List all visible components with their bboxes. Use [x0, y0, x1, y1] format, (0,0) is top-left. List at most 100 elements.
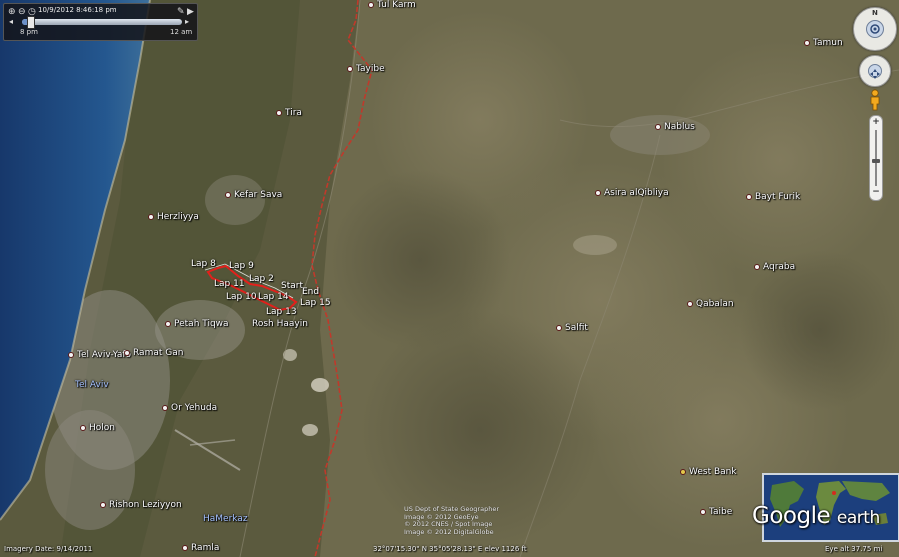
- place-marker-icon: [754, 263, 760, 270]
- imagery-date: Imagery Date: 9/14/2011: [4, 545, 93, 553]
- place-rosh-haayin[interactable]: Rosh Haayin: [252, 319, 308, 329]
- credit-line: Image © 2012 DigitalGlobe: [404, 527, 494, 536]
- place-label: Tamun: [813, 38, 843, 48]
- place-asira-alqibliya[interactable]: Asira alQibliya: [595, 188, 669, 198]
- place-marker-icon: [556, 324, 562, 331]
- place-marker-icon: [162, 404, 168, 411]
- place-taibe[interactable]: Taibe: [700, 507, 732, 517]
- place-label: Rishon Leziyyon: [109, 500, 182, 510]
- place-label: Holon: [89, 423, 115, 433]
- place-nablus[interactable]: Nablus: [655, 122, 695, 132]
- move-joystick[interactable]: [859, 55, 891, 87]
- place-label: Aqraba: [763, 262, 796, 272]
- lap-marker-2[interactable]: Lap 2: [249, 274, 274, 284]
- time-slider[interactable]: ⊕ ⊖ ◷ 10/9/2012 8:46:18 pm ✎ ▶ ◂ ▸ 8 pm …: [3, 3, 198, 41]
- time-slider-track[interactable]: [22, 16, 182, 29]
- place-tayibe[interactable]: Tayibe: [347, 64, 385, 74]
- place-herzliyya[interactable]: Herzliyya: [148, 212, 199, 222]
- place-label: Tira: [285, 108, 302, 118]
- place-marker-icon: [124, 349, 130, 356]
- place-tamun[interactable]: Tamun: [804, 38, 843, 48]
- place-label: West Bank: [689, 467, 737, 477]
- place-label: Tayibe: [356, 64, 385, 74]
- zoom-in-time-icon[interactable]: ⊕: [8, 7, 16, 17]
- place-label: Nablus: [664, 122, 695, 132]
- lap-marker-13[interactable]: Lap 13: [266, 307, 297, 317]
- lap-marker-11[interactable]: Lap 11: [214, 279, 245, 289]
- place-label: Kefar Sava: [234, 190, 283, 200]
- place-marker-icon: [347, 65, 353, 72]
- place-marker-icon: [687, 300, 693, 307]
- north-indicator[interactable]: N: [872, 9, 878, 17]
- zoom-in-button[interactable]: +: [870, 117, 882, 127]
- settings-wrench-icon[interactable]: ✎: [177, 7, 185, 17]
- place-tul-karm[interactable]: Tul Karm: [368, 0, 416, 10]
- place-tira[interactable]: Tira: [276, 108, 302, 118]
- place-marker-icon: [680, 468, 686, 475]
- place-marker-icon: [595, 189, 601, 196]
- place-marker-icon: [655, 123, 661, 130]
- place-salfit[interactable]: Salfit: [556, 323, 588, 333]
- move-joystick-icon[interactable]: [868, 64, 882, 79]
- lap-marker-9[interactable]: Lap 9: [229, 261, 254, 271]
- imagery-credits: US Dept of State Geographer Image © 2012…: [404, 505, 499, 536]
- place-rishon-leziyyon[interactable]: Rishon Leziyyon: [100, 500, 182, 510]
- play-icon[interactable]: ▶: [187, 7, 194, 17]
- lap-marker-start[interactable]: Start: [281, 281, 303, 291]
- zoom-out-button[interactable]: −: [870, 187, 882, 197]
- place-label: Tul Karm: [377, 0, 416, 10]
- place-or-yehuda[interactable]: Or Yehuda: [162, 403, 217, 413]
- cursor-coordinates: 32°07'15.30" N 35°05'28.13" E elev 1126 …: [373, 545, 527, 553]
- zoom-slider[interactable]: + −: [869, 115, 883, 201]
- lap-marker-15[interactable]: Lap 15: [300, 298, 331, 308]
- look-joystick[interactable]: N: [853, 7, 897, 51]
- place-hamerkaz[interactable]: HaMerkaz: [203, 514, 248, 524]
- place-petah-tiqwa[interactable]: Petah Tiqwa: [165, 319, 229, 329]
- step-forward-icon[interactable]: ▸: [185, 17, 189, 26]
- place-label: Petah Tiqwa: [174, 319, 229, 329]
- place-label: Bayt Furik: [755, 192, 801, 202]
- place-marker-icon: [165, 320, 171, 327]
- place-marker-icon: [276, 109, 282, 116]
- place-marker-icon: [804, 39, 810, 46]
- place-ramat-gan[interactable]: Ramat Gan: [124, 348, 183, 358]
- place-label: Tel Aviv: [75, 380, 109, 390]
- place-label: Asira alQibliya: [604, 188, 669, 198]
- time-slider-start-label: 8 pm: [20, 28, 38, 36]
- zoom-out-time-icon[interactable]: ⊖: [18, 7, 26, 17]
- place-kefar-sava[interactable]: Kefar Sava: [225, 190, 282, 200]
- place-marker-icon: [368, 1, 374, 8]
- place-label: Herzliyya: [157, 212, 199, 222]
- step-back-icon[interactable]: ◂: [9, 17, 13, 26]
- lap-marker-end[interactable]: End: [302, 287, 319, 297]
- map-viewport[interactable]: Tul Karm Tamun Tayibe Tira Nablus Kefar …: [0, 0, 899, 557]
- place-label: HaMerkaz: [203, 514, 248, 524]
- lap-marker-10[interactable]: Lap 10: [226, 292, 257, 302]
- status-bar: Imagery Date: 9/14/2011 32°07'15.30" N 3…: [0, 544, 899, 557]
- place-label: Qabalan: [696, 299, 734, 309]
- eye-altitude: Eye alt 37.75 mi: [825, 545, 883, 553]
- time-slider-datetime: 10/9/2012 8:46:18 pm: [38, 6, 117, 14]
- zoom-knob[interactable]: [872, 158, 880, 163]
- place-west-bank[interactable]: West Bank: [680, 467, 737, 477]
- pegman-icon[interactable]: [868, 89, 882, 111]
- place-aqraba[interactable]: Aqraba: [754, 262, 795, 272]
- place-tel-aviv-yafo[interactable]: Tel Aviv-Yafo: [68, 350, 131, 360]
- place-marker-icon: [68, 351, 74, 358]
- place-marker-icon: [225, 191, 231, 198]
- place-holon[interactable]: Holon: [80, 423, 115, 433]
- place-label: Tel Aviv-Yafo: [77, 350, 132, 360]
- look-joystick-icon[interactable]: [866, 20, 884, 38]
- google-earth-logo: Google earth: [752, 503, 880, 529]
- place-bayt-furik[interactable]: Bayt Furik: [746, 192, 800, 202]
- place-marker-icon: [100, 501, 106, 508]
- place-label: Ramat Gan: [133, 348, 184, 358]
- place-tel-aviv[interactable]: Tel Aviv: [75, 380, 109, 390]
- time-slider-end-label: 12 am: [170, 28, 193, 36]
- lap-marker-8[interactable]: Lap 8: [191, 259, 216, 269]
- place-label: Taibe: [709, 507, 733, 517]
- place-qabalan[interactable]: Qabalan: [687, 299, 734, 309]
- place-label: Salfit: [565, 323, 588, 333]
- lap-marker-14[interactable]: Lap 14: [258, 292, 289, 302]
- place-marker-icon: [148, 213, 154, 220]
